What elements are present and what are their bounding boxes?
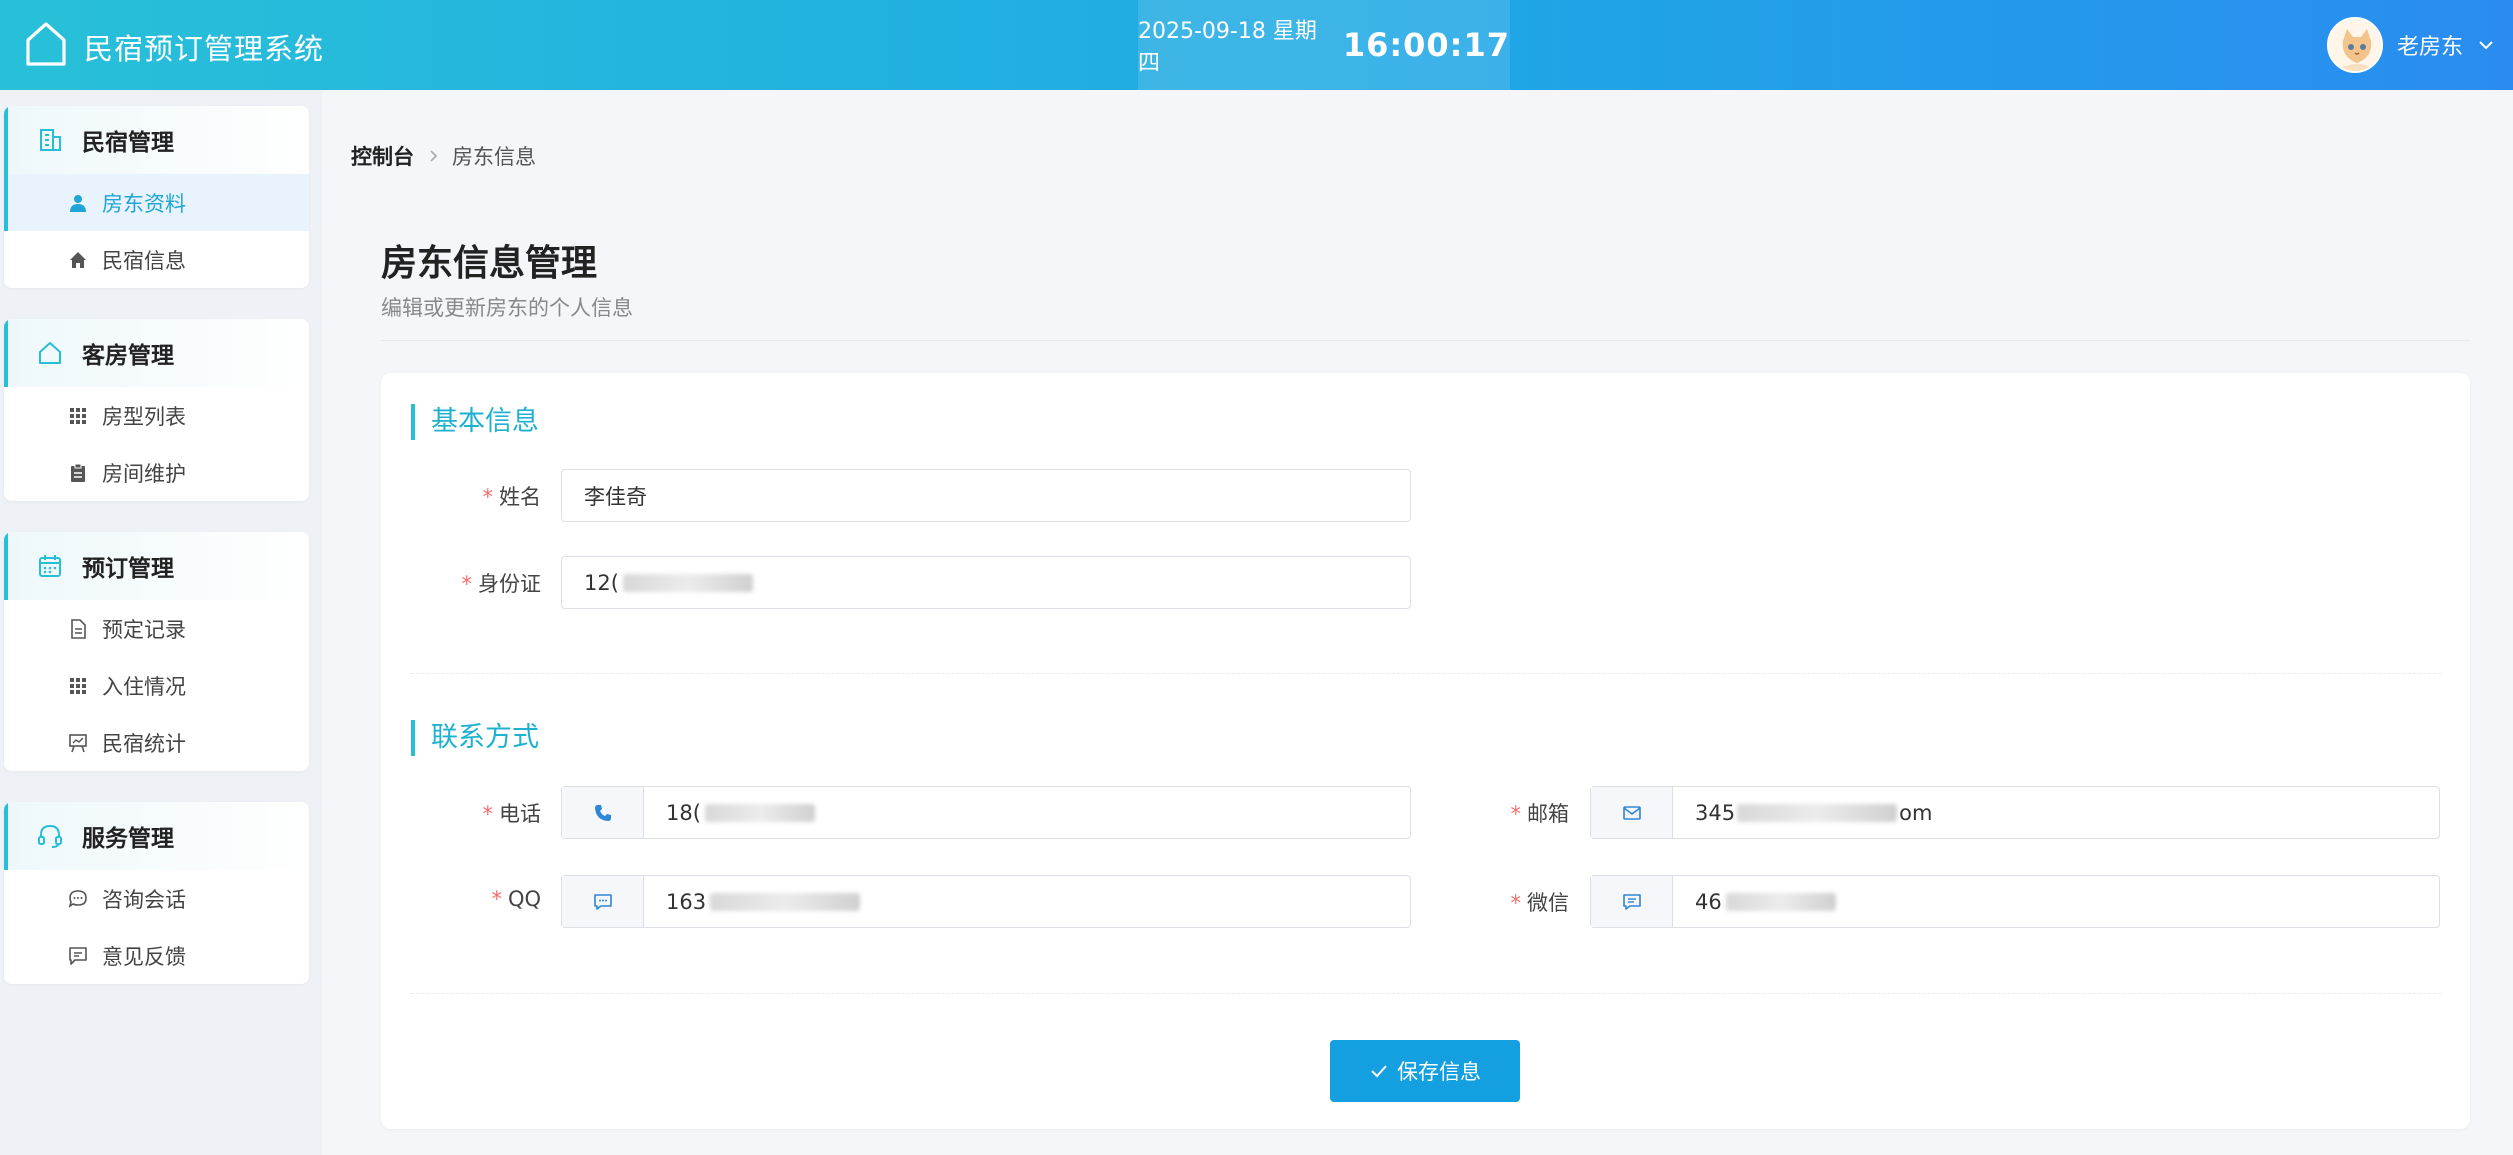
sidebar-item-label: 民宿统计 [102, 731, 186, 756]
sidebar-item-statistics[interactable]: 民宿统计 [4, 714, 309, 771]
mail-icon [1622, 805, 1641, 820]
sidebar-group-header[interactable]: 客房管理 [4, 319, 309, 387]
sidebar-item-label: 预定记录 [102, 617, 186, 642]
section-title-basic: 基本信息 [411, 404, 539, 440]
id-card-label: * 身份证 [461, 572, 542, 596]
section-divider [411, 673, 2441, 674]
sidebar-group-title: 服务管理 [82, 826, 174, 852]
app-title: 民宿预订管理系统 [84, 32, 325, 66]
sidebar-item-label: 民宿信息 [102, 248, 186, 273]
redacted-text [622, 573, 753, 592]
message-icon [1622, 893, 1641, 910]
title-divider [381, 340, 2470, 341]
id-card-input[interactable]: 12( [561, 556, 1411, 609]
user-menu[interactable]: 老房东 [2326, 17, 2495, 73]
sidebar-group-header[interactable]: 预订管理 [4, 532, 309, 600]
sidebar-item-feedback[interactable]: 意见反馈 [4, 927, 309, 984]
redacted-text [704, 803, 815, 822]
sidebar-group-bookings: 预订管理 预定记录 入住情况 民宿统计 [4, 532, 309, 771]
headset-icon [38, 824, 62, 848]
sidebar-item-checkin-status[interactable]: 入住情况 [4, 657, 309, 714]
redacted-text [1737, 803, 1898, 822]
user-icon [70, 194, 86, 212]
sidebar-item-room-types[interactable]: 房型列表 [4, 387, 309, 444]
sidebar-group-header[interactable]: 民宿管理 [4, 106, 309, 174]
phone-prefix [562, 787, 644, 838]
sidebar-item-label: 咨询会话 [102, 887, 186, 912]
wechat-label: * 微信 [1510, 891, 1570, 915]
sidebar-group-rooms: 客房管理 房型列表 房间维护 [4, 319, 309, 501]
top-header: 民宿预订管理系统 2025-09-18 星期四 16:00:17 老房东 [0, 0, 2513, 90]
grid-icon [70, 407, 86, 424]
chat-bubble-icon [68, 889, 87, 908]
check-icon [1371, 1065, 1387, 1078]
redacted-text [1725, 892, 1836, 911]
sidebar-group-services: 服务管理 咨询会话 意见反馈 [4, 802, 309, 984]
sidebar-item-label: 入住情况 [102, 674, 186, 699]
breadcrumb-current: 房东信息 [452, 145, 536, 169]
sidebar-item-label: 房型列表 [102, 404, 186, 429]
phone-input[interactable]: 18( [561, 786, 1411, 839]
avatar[interactable] [2326, 17, 2383, 73]
sidebar: 民宿管理 房东资料 民宿信息 客房管理 房型列表 房间维护 预订管理 预定记录 … [0, 90, 322, 1155]
clock-display: 2025-09-18 星期四 16:00:17 [1138, 0, 1510, 90]
phone-label: * 电话 [482, 802, 542, 826]
section-title-contact: 联系方式 [411, 720, 539, 756]
email-input[interactable]: 345 om [1590, 786, 2440, 839]
qq-prefix [562, 876, 644, 927]
qq-input[interactable]: 163 [561, 875, 1411, 928]
sidebar-group-title: 客房管理 [82, 343, 174, 369]
sidebar-item-room-maintenance[interactable]: 房间维护 [4, 444, 309, 501]
sidebar-item-label: 房间维护 [102, 461, 186, 486]
redacted-text [710, 892, 861, 911]
phone-icon [594, 804, 611, 821]
document-icon [71, 618, 86, 639]
chevron-down-icon[interactable] [2477, 36, 2495, 54]
email-label: * 邮箱 [1510, 802, 1570, 826]
sidebar-group-title: 预订管理 [82, 556, 174, 582]
current-date: 2025-09-18 星期四 [1138, 19, 1317, 76]
home-logo-icon[interactable] [24, 20, 68, 68]
sidebar-item-label: 房东资料 [102, 191, 186, 216]
sidebar-item-label: 意见反馈 [102, 944, 186, 969]
email-prefix [1591, 787, 1673, 838]
name-input[interactable]: 李佳奇 [561, 469, 1411, 522]
sidebar-item-consultation[interactable]: 咨询会话 [4, 870, 309, 927]
breadcrumb-home[interactable]: 控制台 [351, 141, 414, 171]
section-divider [411, 993, 2441, 994]
presentation-icon [69, 733, 87, 752]
message-square-icon [69, 946, 87, 965]
profile-form-card: 基本信息 * 姓名 李佳奇 * 身份证 12( 联系方式 * 电话 18( * 邮箱 3… [381, 373, 2470, 1129]
house-outline-icon [39, 342, 61, 364]
current-time: 16:00:17 [1342, 26, 1510, 64]
name-label: * 姓名 [482, 485, 542, 509]
user-name[interactable]: 老房东 [2397, 29, 2463, 61]
grid-icon [70, 677, 86, 694]
sidebar-group-header[interactable]: 服务管理 [4, 802, 309, 870]
wechat-input[interactable]: 46 [1590, 875, 2440, 928]
calendar-icon [39, 555, 61, 577]
page-title: 房东信息管理 [381, 243, 598, 284]
save-button[interactable]: 保存信息 [1330, 1040, 1520, 1102]
building-icon [40, 129, 61, 151]
sidebar-item-landlord-profile[interactable]: 房东资料 [4, 174, 309, 231]
sidebar-item-homestay-info[interactable]: 民宿信息 [4, 231, 309, 288]
sidebar-group-title: 民宿管理 [82, 130, 174, 156]
wechat-prefix [1591, 876, 1673, 927]
chevron-right-icon [430, 150, 438, 162]
qq-label: * QQ [491, 887, 541, 911]
home-icon [70, 251, 86, 268]
sidebar-group-homestay: 民宿管理 房东资料 民宿信息 [4, 106, 309, 288]
sidebar-item-booking-records[interactable]: 预定记录 [4, 600, 309, 657]
clipboard-icon [71, 463, 85, 482]
page-subtitle: 编辑或更新房东的个人信息 [381, 296, 633, 320]
chat-icon [593, 893, 612, 910]
breadcrumb: 控制台 房东信息 [351, 141, 536, 171]
